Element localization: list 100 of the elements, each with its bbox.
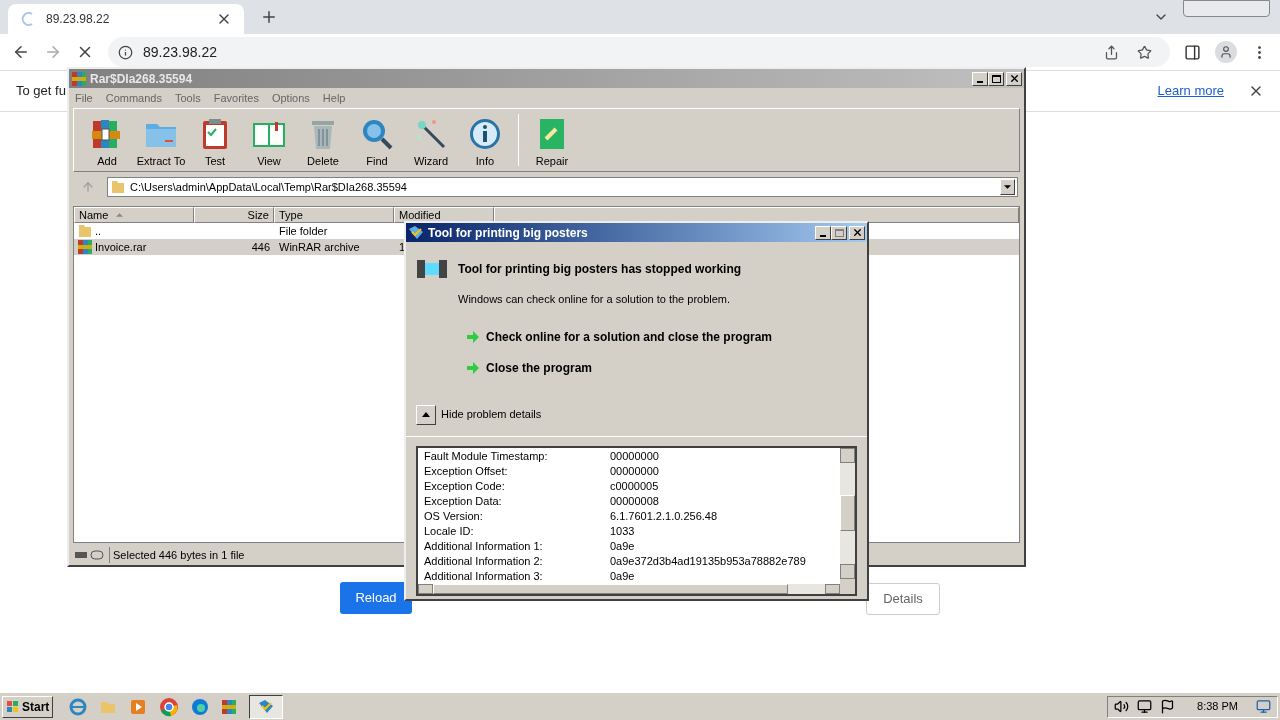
horizontal-scrollbar[interactable] [418, 583, 840, 594]
detail-value: 00000000 [610, 448, 659, 464]
file-type: WinRAR archive [279, 240, 360, 253]
windows-logo-icon [6, 699, 20, 714]
column-header[interactable]: Name [74, 207, 194, 223]
info-bar-text: To get fu [16, 82, 66, 101]
sort-icon [116, 213, 124, 217]
toggle-label: Hide problem details [441, 407, 542, 423]
folder-icon [110, 179, 126, 195]
option-link[interactable]: Check online for a solution and close the program [466, 327, 867, 346]
menu-item[interactable]: File [75, 89, 93, 107]
archive-icon [77, 239, 93, 255]
toolbar-button[interactable]: Test [188, 111, 242, 169]
film-icon [416, 257, 448, 281]
window-title: Rar$DIa268.35594 [90, 70, 194, 88]
detail-value: 00000008 [610, 493, 659, 509]
close-icon [1008, 73, 1020, 84]
info-icon[interactable] [118, 44, 133, 60]
menu-item[interactable]: Commands [105, 89, 162, 107]
tab-title: 89.23.98.22 [46, 11, 111, 28]
file-modified: 1 [399, 240, 406, 253]
menu-item[interactable]: Tools [175, 89, 201, 107]
app-icon [408, 224, 424, 241]
detail-label: Exception Code: [424, 478, 506, 494]
toolbar-button[interactable]: View [242, 111, 296, 169]
maximize-button[interactable] [831, 225, 847, 240]
chrome-icon[interactable] [159, 696, 180, 717]
detail-value: 0a9e372d3b4ad19135b953a78882e789 [610, 553, 806, 569]
toolbar-button[interactable]: Repair [525, 111, 579, 169]
dialog-title: Tool for printing big posters [428, 224, 589, 242]
detail-label: Exception Data: [424, 493, 503, 509]
close-icon [851, 227, 863, 238]
toolbar-button[interactable]: Info [458, 111, 512, 169]
detail-label: Fault Module Timestamp: [424, 448, 549, 464]
menu-item[interactable]: Help [322, 89, 346, 107]
minimize-button[interactable] [972, 71, 988, 86]
caret-icon [422, 412, 430, 417]
profile-avatar[interactable] [1215, 41, 1237, 63]
toggle-details-button[interactable] [416, 404, 436, 425]
toolbar-button[interactable]: Wizard [404, 111, 458, 169]
detail-value: 0a9e [610, 568, 635, 584]
arrow-icon [466, 329, 480, 344]
path-text: C:\Users\admin\AppData\Local\Temp\Rar$DIa268.35594 [130, 179, 408, 195]
address-bar[interactable]: 89.23.98.22 [108, 37, 1170, 67]
winrar-icon [221, 698, 238, 715]
share-icon[interactable] [1104, 44, 1119, 60]
toolbar-button[interactable]: Add [80, 111, 134, 169]
dropdown-button[interactable] [1000, 179, 1015, 195]
option-link[interactable]: Close the program [466, 358, 867, 377]
details-button[interactable]: Details [866, 583, 940, 615]
maximize-button[interactable] [988, 71, 1004, 86]
file-size: 446 [251, 240, 270, 253]
close-button[interactable] [849, 225, 865, 240]
active-task-button[interactable] [249, 694, 284, 719]
file-name: Invoice.rar [95, 239, 147, 255]
file-type: File folder [279, 224, 328, 237]
toolbar-button[interactable]: Find [350, 111, 404, 169]
detail-label: Additional Information 2: [424, 553, 544, 569]
flag-icon[interactable] [1160, 699, 1176, 714]
detail-label: OS Version: [424, 508, 484, 524]
error-heading: Tool for printing big posters has stopped working [458, 261, 742, 278]
app-icon [71, 70, 87, 87]
minimize-button[interactable] [815, 225, 831, 240]
detail-label: Locale ID: [424, 523, 475, 539]
address-text: 89.23.98.22 [143, 42, 218, 62]
back-icon[interactable] [12, 43, 30, 61]
side-panel-icon[interactable] [1184, 43, 1201, 61]
column-header[interactable]: Size [194, 207, 274, 223]
internet-explorer-icon[interactable] [69, 697, 88, 716]
detail-label: Additional Information 3: [424, 568, 544, 584]
status-text: Selected 446 bytes in 1 file [109, 546, 245, 564]
app-icon [258, 698, 275, 715]
caret-icon [1004, 185, 1011, 189]
clock[interactable]: 8:38 PM [1197, 698, 1238, 715]
detail-value: c0000005 [610, 478, 659, 494]
learn-more-link[interactable]: Learn more [1157, 81, 1224, 101]
close-button[interactable] [1006, 71, 1022, 86]
toolbar-button[interactable]: Extract To [134, 111, 188, 169]
new-tab-icon[interactable] [260, 8, 278, 26]
vertical-scrollbar[interactable] [840, 447, 855, 594]
show-desktop-icon[interactable] [1256, 699, 1271, 714]
arrow-icon [466, 360, 480, 375]
menu-item[interactable]: Favorites [213, 89, 259, 107]
toolbar-button[interactable]: Delete [296, 111, 350, 169]
media-player-icon[interactable] [129, 697, 148, 716]
detail-value: 1033 [610, 523, 635, 539]
path-field[interactable]: C:\Users\admin\AppData\Local\Temp\Rar$DIa268.35594 [107, 177, 1018, 197]
start-button[interactable]: Start [2, 695, 54, 718]
volume-icon[interactable] [1114, 699, 1130, 714]
detail-label: Additional Information 1: [424, 538, 544, 554]
column-header[interactable]: Type [274, 207, 394, 223]
menu-item[interactable]: Options [271, 89, 310, 107]
browser-tab[interactable]: 89.23.98.22 [8, 4, 244, 34]
info-icon [468, 116, 502, 151]
detail-value: 0a9e [610, 538, 635, 554]
detail-value: 00000000 [610, 463, 659, 479]
bookmark-icon[interactable] [1137, 44, 1152, 60]
error-description: Windows can check online for a solution to the problem. [458, 292, 732, 307]
detail-value: 6.1.7601.2.1.0.256.48 [610, 508, 718, 524]
reload-button[interactable]: Reload [340, 582, 412, 614]
